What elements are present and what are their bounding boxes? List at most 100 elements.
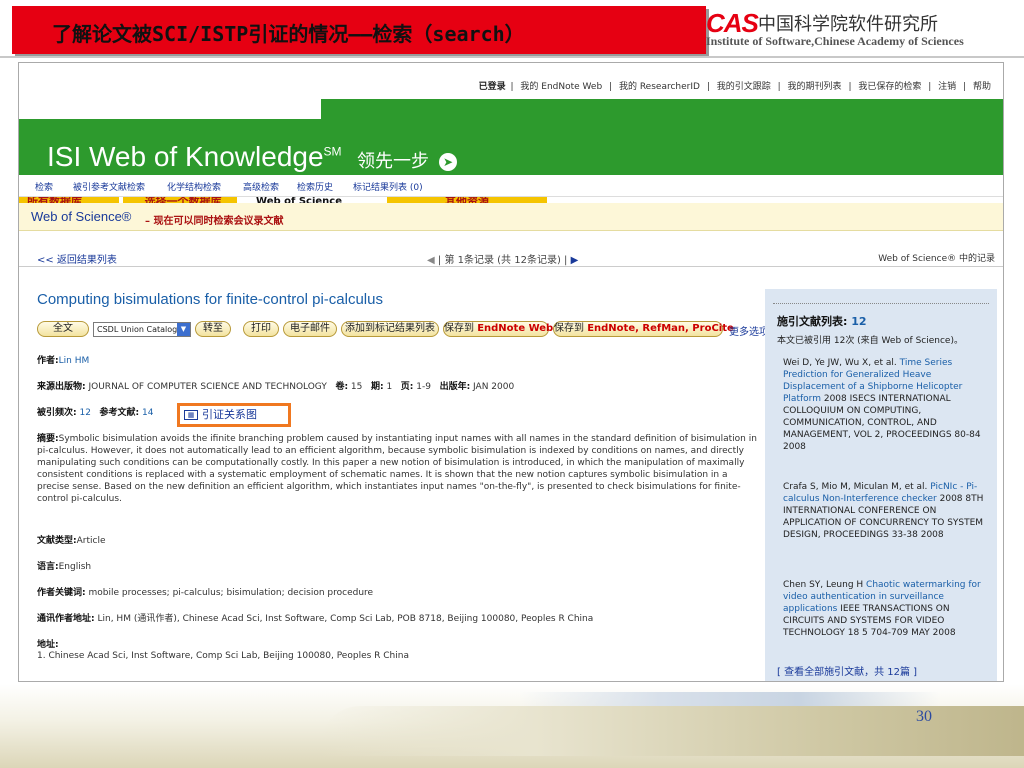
citing-count[interactable]: 12 (851, 315, 866, 328)
volume-label: 卷: (335, 382, 349, 392)
citing-heading-label: 施引文献列表: (777, 315, 848, 328)
isi-slogan: 领先一步 ➤ (357, 147, 457, 173)
article-title[interactable]: Computing bisimulations for finite-contr… (37, 291, 383, 308)
source-value: JOURNAL OF COMPUTER SCIENCE AND TECHNOLO… (88, 382, 327, 392)
subnav-search-history[interactable]: 检索历史 (297, 180, 333, 193)
keywords-field: 作者关键词: mobile processes; pi-calculus; bi… (37, 585, 373, 598)
doctype-label: 文献类型: (37, 536, 77, 546)
address-field: 1. Chinese Acad Sci, Inst Software, Comp… (37, 651, 409, 661)
source-field: 来源出版物: JOURNAL OF COMPUTER SCIENCE AND T… (37, 379, 514, 392)
doctype-value: Article (76, 536, 106, 546)
slide-footer-decoration (0, 684, 1024, 768)
endnote-refman-label: EndNote, RefMan, ProCite (587, 323, 734, 334)
author-label: 作者: (37, 356, 59, 366)
citing-articles-panel: 施引文献列表: 12 本文已被引用 12次 (来自 Web of Science… (765, 289, 997, 681)
link-saved-searches[interactable]: 我已保存的检索 (858, 82, 921, 92)
link-help[interactable]: 帮助 (973, 82, 991, 92)
citing-item: Chen SY, Leung H Chaotic watermarking fo… (783, 579, 985, 639)
citation-map-link[interactable]: ▦ 引证关系图 (177, 403, 291, 427)
abstract-label: 摘要: (37, 434, 59, 444)
record-position: 第 1条记录 (共 12条记录) (444, 255, 561, 266)
language-field: 语言:English (37, 559, 91, 572)
endnote-web-label: EndNote Web (477, 323, 554, 334)
email-button[interactable]: 电子邮件 (283, 321, 337, 337)
link-my-endnote[interactable]: 我的 EndNote Web (520, 82, 602, 92)
link-logout[interactable]: 注销 (938, 82, 956, 92)
link-my-researcherid[interactable]: 我的 ResearcherID (619, 82, 700, 92)
cas-logo-cn: 中国科学院软件研究所 (758, 14, 938, 35)
citing-item: Crafa S, Mio M, Miculan M, et al. PicNIc… (783, 481, 985, 541)
slide-title: 了解论文被SCI/ISTP引证的情况——检索（search） (52, 22, 525, 46)
references-label: 参考文献: (99, 408, 140, 418)
citing-articles-heading: 施引文献列表: 12 (777, 313, 867, 329)
isi-brand: ISI Web of KnowledgeSM (47, 141, 342, 173)
fulltext-button[interactable]: 全文 (37, 321, 89, 337)
keywords-value: mobile processes; pi-calculus; bisimulat… (88, 588, 374, 598)
pages-value: 1-9 (416, 382, 431, 392)
address-label: 地址: (37, 640, 59, 650)
times-cited-label: 被引频次: (37, 408, 77, 418)
header-notch (19, 99, 321, 119)
citation-map-icon: ▦ (184, 410, 198, 420)
volume-value: 15 (350, 382, 363, 392)
goto-button[interactable]: 转至 (195, 321, 231, 337)
prev-record-icon[interactable]: ◀ (427, 255, 435, 266)
next-record-icon[interactable]: ▶ (571, 255, 579, 266)
author-link[interactable]: Lin HM (59, 356, 90, 366)
times-cited-link[interactable]: 12 (79, 408, 90, 418)
search-subnav: 检索 被引参考文献检索 化学结构检索 高级检索 检索历史 标记结果列表 (0) (19, 175, 1003, 197)
year-label: 出版年: (439, 382, 471, 392)
citing-summary: 本文已被引用 12次 (来自 Web of Science)。 (777, 336, 963, 346)
record-nav: << 返回结果列表 ◀ | 第 1条记录 (共 12条记录) | ▶ Web o… (19, 249, 1003, 267)
language-value: English (58, 562, 92, 572)
issue-value: 1 (386, 382, 393, 392)
subnav-search[interactable]: 检索 (35, 180, 53, 193)
cas-logo: CAS 中国科学院软件研究所 Institute of Software,Chi… (706, 8, 1024, 52)
wos-record-label: Web of Science® 中的记录 (878, 254, 995, 264)
corresponding-address-field: 通讯作者地址: Lin, HM (通讯作者), Chinese Acad Sci… (37, 611, 593, 624)
save-to-endnote-refman-button[interactable]: 保存到 EndNote, RefMan, ProCite (553, 321, 734, 337)
slogan-text: 领先一步 (357, 151, 429, 172)
wos-title: Web of Science® (31, 209, 132, 224)
add-to-marked-button[interactable]: 添加到标记结果列表 (341, 321, 439, 337)
corresponding-address-value: Lin, HM (通讯作者), Chinese Acad Sci, Inst S… (97, 614, 594, 624)
wos-heading: Web of Science® – 现在可以同时检索会议录文献 (19, 203, 1003, 231)
print-button[interactable]: 打印 (243, 321, 279, 337)
subnav-advanced-search[interactable]: 高级检索 (243, 180, 279, 193)
language-label: 语言: (37, 562, 59, 572)
catalog-select-value: CSDL Union Catalog (97, 325, 178, 334)
link-my-citation-alerts[interactable]: 我的引文跟踪 (717, 82, 771, 92)
page-number: 30 (916, 708, 932, 725)
back-to-results-link[interactable]: << 返回结果列表 (37, 251, 117, 266)
logged-in-label: 已登录 (478, 82, 506, 92)
more-options-link[interactable]: 更多选项 (729, 323, 769, 338)
year-value: JAN 2000 (473, 382, 515, 392)
browser-screenshot: 已登录 | 我的 EndNote Web | 我的 ResearcherID |… (18, 62, 1004, 682)
wos-subtitle: – 现在可以同时检索会议录文献 (145, 216, 284, 227)
subnav-marked-list[interactable]: 标记结果列表 (0) (353, 180, 423, 193)
save-to-label: 保存到 (444, 323, 474, 334)
citing-authors: Chen SY, Leung H (783, 580, 864, 590)
citation-counts: 被引频次: 12 参考文献: 14 (37, 405, 153, 418)
header-divider (0, 56, 1024, 58)
author-field: 作者:Lin HM (37, 353, 89, 366)
record-pager: ◀ | 第 1条记录 (共 12条记录) | ▶ (427, 255, 579, 266)
view-all-citing-link[interactable]: [ 查看全部施引文献，共 12篇 ] (777, 663, 917, 678)
save-to-endnote-web-button[interactable]: 保存到 EndNote Web (443, 321, 553, 337)
catalog-select[interactable]: CSDL Union Catalog ▼ (93, 322, 191, 337)
references-link[interactable]: 14 (142, 408, 153, 418)
chevron-down-icon[interactable]: ▼ (177, 323, 190, 336)
citation-map-label: 引证关系图 (202, 408, 257, 421)
subnav-structure-search[interactable]: 化学结构检索 (167, 180, 221, 193)
doctype-field: 文献类型:Article (37, 533, 105, 546)
abstract: 摘要:Symbolic bisimulation avoids the ifin… (37, 433, 761, 505)
pages-label: 页: (400, 382, 414, 392)
top-links: 已登录 | 我的 EndNote Web | 我的 ResearcherID |… (478, 82, 991, 92)
slide-title-bar: 了解论文被SCI/ISTP引证的情况——检索（search） (12, 6, 706, 54)
subnav-cited-ref-search[interactable]: 被引参考文献检索 (73, 180, 145, 193)
citing-authors: Crafa S, Mio M, Miculan M, et al. (783, 482, 928, 492)
link-my-journal-list[interactable]: 我的期刊列表 (788, 82, 842, 92)
keywords-label: 作者关键词: (37, 588, 86, 598)
issue-label: 期: (370, 382, 384, 392)
slide: 了解论文被SCI/ISTP引证的情况——检索（search） CAS 中国科学院… (0, 0, 1024, 768)
